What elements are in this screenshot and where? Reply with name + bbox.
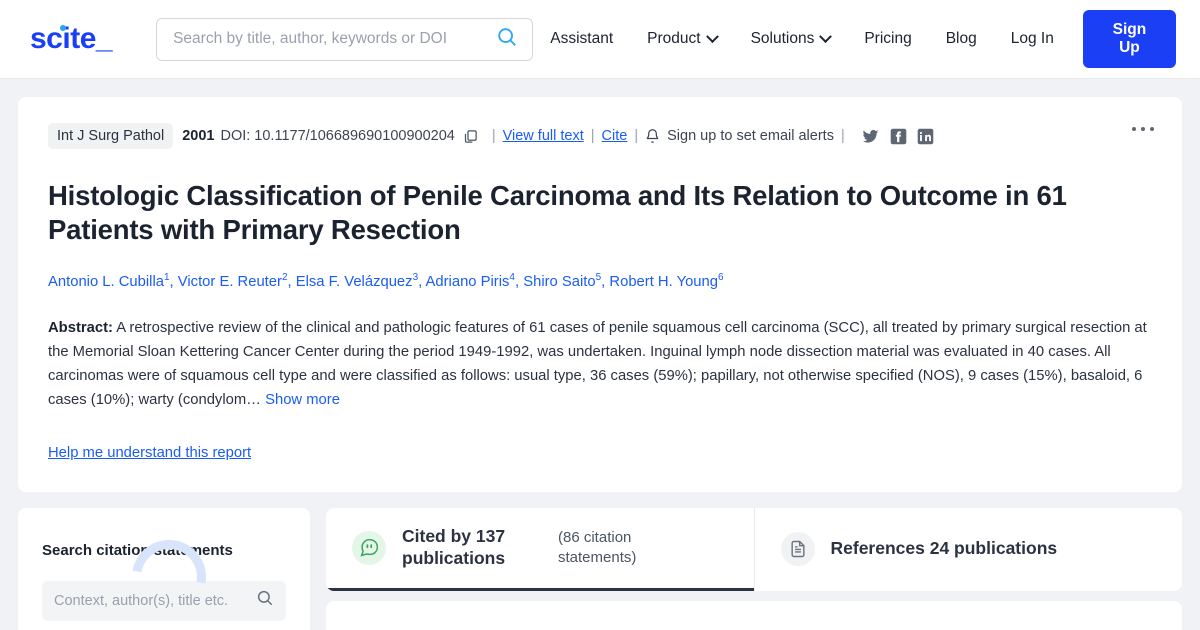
separator: | bbox=[840, 128, 845, 144]
citation-results-panel bbox=[326, 600, 1182, 630]
tab-references[interactable]: References 24 publications bbox=[753, 507, 1183, 591]
abstract: Abstract: A retrospective review of the … bbox=[48, 317, 1152, 413]
help-me-understand-link[interactable]: Help me understand this report bbox=[48, 445, 251, 461]
chevron-down-icon bbox=[705, 29, 719, 43]
logo-text: scite_ bbox=[30, 22, 113, 55]
citation-tabs-region: Cited by 137 publications (86 citation s… bbox=[326, 507, 1183, 630]
bell-icon bbox=[645, 128, 660, 144]
copy-icon[interactable] bbox=[463, 129, 478, 144]
nav-label: Solutions bbox=[750, 30, 815, 47]
author-sep: , bbox=[418, 273, 426, 290]
nav-label: Pricing bbox=[864, 30, 912, 47]
nav-item-blog[interactable]: Blog bbox=[929, 30, 994, 48]
nav-item-login[interactable]: Log In bbox=[994, 30, 1071, 48]
facebook-icon[interactable] bbox=[890, 128, 907, 145]
page-title: Histologic Classification of Penile Carc… bbox=[48, 180, 1067, 246]
author-item[interactable]: Elsa F. Velázquez3 bbox=[295, 272, 418, 290]
author-name: Adriano Piris bbox=[425, 273, 510, 290]
tab-cited-by-sublabel: (86 citation statements) bbox=[558, 529, 637, 566]
author-sep: , bbox=[287, 273, 296, 290]
dot-icon bbox=[1132, 127, 1136, 131]
abstract-label: Abstract: bbox=[48, 319, 113, 336]
email-alerts-label[interactable]: Sign up to set email alerts bbox=[667, 128, 834, 144]
separator: | bbox=[634, 128, 639, 144]
citation-search-sidebar: Search citation statements bbox=[18, 507, 310, 630]
author-list: Antonio L. Cubilla1, Victor E. Reuter2, … bbox=[48, 270, 1152, 293]
nav-item-product[interactable]: Product bbox=[630, 29, 733, 48]
tab-cited-by-label: Cited by 137 publications bbox=[402, 525, 506, 568]
nav-item-solutions[interactable]: Solutions bbox=[734, 29, 848, 48]
separator: | bbox=[590, 128, 595, 144]
author-name: Robert H. Young bbox=[609, 273, 718, 290]
author-sep: , bbox=[514, 273, 524, 290]
global-search[interactable] bbox=[156, 17, 534, 61]
sign-up-button[interactable]: Sign Up bbox=[1082, 10, 1176, 68]
nav-label: Product bbox=[647, 30, 701, 47]
cite-link[interactable]: Cite bbox=[602, 128, 628, 144]
publication-year: 2001 bbox=[182, 128, 215, 144]
main-nav: Assistant Product Solutions Pricing Blog… bbox=[533, 10, 1176, 68]
author-name: Antonio L. Cubilla bbox=[48, 273, 164, 290]
nav-label: Blog bbox=[945, 30, 977, 47]
dot-icon bbox=[1141, 127, 1145, 131]
page-body: Int J Surg Pathol 2001 DOI: 10.1177/1066… bbox=[0, 79, 1200, 492]
show-more-button[interactable]: Show more bbox=[265, 392, 340, 408]
abstract-text: A retrospective review of the clinical a… bbox=[48, 319, 1147, 408]
doi-label: DOI: 10.1177/106689690100900204 bbox=[220, 128, 455, 144]
document-icon bbox=[780, 532, 815, 567]
author-item[interactable]: Shiro Saito5 bbox=[523, 272, 601, 290]
nav-label: Assistant bbox=[550, 30, 614, 47]
tab-references-label: References 24 publications bbox=[830, 538, 1058, 559]
view-full-text-link[interactable]: View full text bbox=[503, 128, 584, 144]
twitter-icon[interactable] bbox=[861, 128, 880, 145]
more-options-button[interactable] bbox=[1128, 123, 1158, 135]
author-item[interactable]: Adriano Piris4 bbox=[425, 272, 515, 290]
journal-badge[interactable]: Int J Surg Pathol bbox=[48, 123, 174, 149]
citation-tabs: Cited by 137 publications (86 citation s… bbox=[326, 507, 1183, 591]
linkedin-icon[interactable] bbox=[917, 128, 934, 145]
lower-region: Search citation statements Cited by 137 … bbox=[0, 492, 1200, 630]
chevron-down-icon bbox=[819, 29, 833, 43]
quote-bubble-icon bbox=[352, 530, 386, 565]
nav-item-assistant[interactable]: Assistant bbox=[533, 30, 630, 48]
author-affiliation: 6 bbox=[718, 271, 724, 283]
social-share-group bbox=[861, 128, 934, 145]
author-name: Shiro Saito bbox=[523, 273, 596, 290]
author-item[interactable]: Antonio L. Cubilla1 bbox=[48, 272, 170, 290]
scite-logo[interactable]: scite_ bbox=[30, 22, 113, 55]
author-name: Victor E. Reuter bbox=[177, 273, 282, 290]
tab-cited-by[interactable]: Cited by 137 publications (86 citation s… bbox=[326, 508, 754, 591]
search-icon[interactable] bbox=[256, 589, 274, 612]
nav-item-pricing[interactable]: Pricing bbox=[847, 30, 928, 48]
author-item[interactable]: Victor E. Reuter2 bbox=[177, 272, 288, 290]
author-item[interactable]: Robert H. Young6 bbox=[609, 271, 724, 290]
dot-icon bbox=[1150, 127, 1154, 131]
search-icon[interactable] bbox=[496, 26, 518, 53]
separator: | bbox=[491, 128, 496, 144]
author-name: Elsa F. Velázquez bbox=[295, 273, 413, 290]
search-input[interactable] bbox=[173, 30, 497, 48]
author-sep: , bbox=[169, 273, 178, 290]
site-header: scite_ Assistant Product Solutions Prici… bbox=[0, 0, 1200, 79]
logo-dot-icon bbox=[60, 25, 66, 31]
paper-card: Int J Surg Pathol 2001 DOI: 10.1177/1066… bbox=[18, 97, 1182, 492]
paper-metadata: Int J Surg Pathol 2001 DOI: 10.1177/1066… bbox=[48, 123, 1152, 149]
nav-label: Log In bbox=[1010, 30, 1054, 47]
